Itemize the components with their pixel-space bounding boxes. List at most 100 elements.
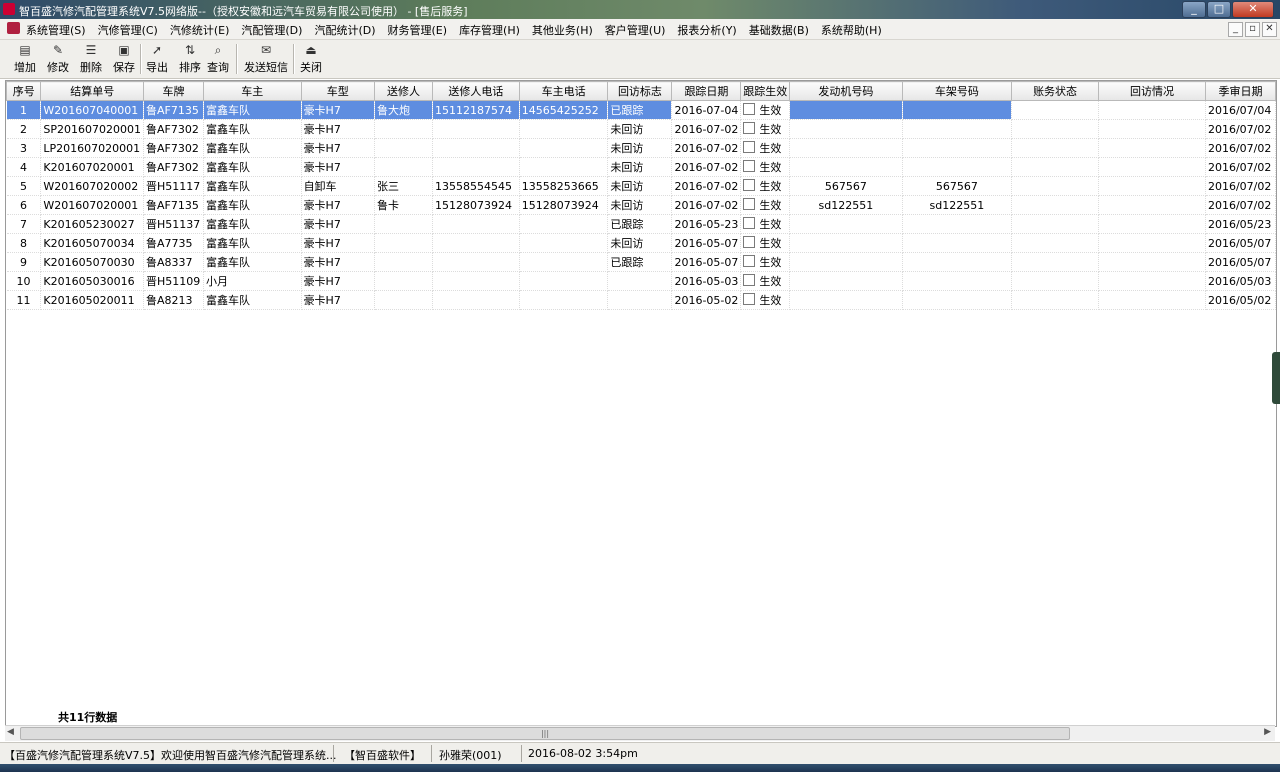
export-button[interactable]: ➚ 导出 — [144, 43, 170, 75]
table-cell[interactable] — [432, 214, 520, 234]
table-cell[interactable] — [519, 119, 609, 139]
table-cell[interactable] — [1098, 157, 1206, 177]
table-cell[interactable]: 生效 — [740, 100, 791, 120]
tracking-checkbox[interactable] — [743, 293, 756, 305]
table-cell[interactable]: W201607020002 — [40, 176, 145, 196]
menu-item[interactable]: 系统帮助(H) — [821, 24, 882, 37]
table-cell[interactable] — [902, 271, 1013, 291]
table-cell[interactable]: 567567 — [902, 176, 1013, 196]
table-cell[interactable]: K201607020001 — [40, 157, 145, 177]
table-cell[interactable]: 豪卡H7 — [301, 290, 376, 310]
table-cell[interactable]: 鲁AF7302 — [143, 138, 204, 158]
table-cell[interactable]: 8 — [6, 233, 42, 253]
table-cell[interactable] — [374, 290, 434, 310]
table-cell[interactable]: 生效 — [740, 252, 791, 272]
column-header[interactable]: 发动机号码 — [789, 81, 903, 101]
table-cell[interactable]: 6 — [6, 195, 42, 215]
table-cell[interactable]: 14565425252 — [519, 100, 609, 120]
column-header[interactable]: 回访标志 — [607, 81, 673, 101]
table-cell[interactable]: SP201607020001 — [40, 119, 145, 139]
table-cell[interactable] — [519, 214, 609, 234]
column-header[interactable]: 账务状态 — [1011, 81, 1100, 101]
table-cell[interactable]: 7 — [6, 214, 42, 234]
table-cell[interactable]: 富鑫车队 — [203, 176, 302, 196]
table-cell[interactable]: 2016/05/23 — [1205, 214, 1276, 234]
column-header[interactable]: 车主 — [202, 81, 302, 101]
table-cell[interactable]: 未回访 — [607, 176, 673, 196]
table-cell[interactable]: W201607040001 — [40, 100, 145, 120]
table-cell[interactable]: 2016/07/02 — [1205, 195, 1276, 215]
side-handle[interactable] — [1272, 352, 1280, 404]
maximize-icon[interactable]: □ — [1207, 1, 1231, 18]
table-cell[interactable] — [789, 138, 903, 158]
table-cell[interactable]: K201605030016 — [40, 271, 145, 291]
table-cell[interactable] — [1098, 214, 1206, 234]
table-cell[interactable]: 生效 — [740, 271, 791, 291]
table-cell[interactable] — [1098, 195, 1206, 215]
table-cell[interactable]: 4 — [6, 157, 42, 177]
menu-item[interactable]: 汽配统计(D) — [314, 24, 375, 37]
table-cell[interactable]: K201605020011 — [40, 290, 145, 310]
table-cell[interactable] — [519, 233, 609, 253]
table-cell[interactable] — [789, 271, 903, 291]
table-cell[interactable]: 567567 — [789, 176, 903, 196]
table-cell[interactable] — [1098, 290, 1206, 310]
table-row[interactable]: 6 W201607020001 鲁AF7135 富鑫车队 豪卡H7 鲁卡 151280739… — [6, 195, 1276, 215]
tracking-checkbox[interactable] — [743, 274, 756, 286]
table-row[interactable]: 3 LP201607020001 鲁AF7302 富鑫车队 豪卡H7 未回访 2016-07… — [6, 138, 1276, 158]
table-cell[interactable]: 鲁大炮 — [374, 100, 434, 120]
table-cell[interactable]: 未回访 — [607, 195, 673, 215]
table-cell[interactable] — [519, 271, 609, 291]
table-cell[interactable] — [789, 119, 903, 139]
table-cell[interactable]: 2016/05/07 — [1205, 252, 1276, 272]
table-cell[interactable] — [1098, 271, 1206, 291]
table-cell[interactable]: 鲁A7735 — [143, 233, 204, 253]
table-cell[interactable] — [902, 233, 1013, 253]
table-row[interactable]: 8 K201605070034 鲁A7735 富鑫车队 豪卡H7 未回访 2016-05-0… — [6, 233, 1276, 253]
table-cell[interactable]: 晋H51109 — [143, 271, 204, 291]
table-cell[interactable]: 9 — [6, 252, 42, 272]
tracking-checkbox[interactable] — [743, 122, 756, 134]
table-row[interactable]: 11 K201605020011 鲁A8213 富鑫车队 豪卡H7 2016-05-02 生… — [6, 290, 1276, 310]
column-header[interactable]: 车架号码 — [901, 81, 1013, 101]
table-cell[interactable]: 豪卡H7 — [301, 195, 376, 215]
table-cell[interactable]: 2016/07/02 — [1205, 176, 1276, 196]
table-cell[interactable] — [1011, 233, 1100, 253]
table-cell[interactable] — [1011, 214, 1100, 234]
table-cell[interactable]: 豪卡H7 — [301, 271, 376, 291]
tracking-checkbox[interactable] — [743, 217, 756, 229]
table-cell[interactable]: 豪卡H7 — [301, 157, 376, 177]
table-cell[interactable]: 小月 — [203, 271, 302, 291]
table-cell[interactable]: 生效 — [740, 119, 791, 139]
table-cell[interactable]: 2016/07/04 — [1205, 100, 1276, 120]
table-cell[interactable]: 豪卡H7 — [301, 119, 376, 139]
table-cell[interactable]: 豪卡H7 — [301, 214, 376, 234]
table-cell[interactable]: 15128073924 — [432, 195, 520, 215]
table-row[interactable]: 10 K201605030016 晋H51109 小月 豪卡H7 2016-05-03 生效… — [6, 271, 1276, 291]
table-cell[interactable] — [789, 290, 903, 310]
table-cell[interactable] — [902, 138, 1013, 158]
table-cell[interactable] — [374, 214, 434, 234]
table-cell[interactable]: 富鑫车队 — [203, 290, 302, 310]
table-cell[interactable] — [789, 252, 903, 272]
table-cell[interactable]: 2016/05/07 — [1205, 233, 1276, 253]
column-header[interactable]: 送修人电话 — [432, 81, 520, 101]
table-cell[interactable] — [902, 157, 1013, 177]
menu-item[interactable]: 汽修管理(C) — [98, 24, 158, 37]
table-cell[interactable]: 2016-07-02 — [671, 176, 742, 196]
table-cell[interactable]: 15128073924 — [519, 195, 609, 215]
table-row[interactable]: 5 W201607020002 晋H51117 富鑫车队 自卸车 张三 1355855454… — [6, 176, 1276, 196]
table-cell[interactable]: 2016/05/02 — [1205, 290, 1276, 310]
menu-item[interactable]: 汽修统计(E) — [170, 24, 230, 37]
table-cell[interactable]: 豪卡H7 — [301, 252, 376, 272]
column-header[interactable]: 送修人 — [374, 81, 434, 101]
table-cell[interactable] — [519, 138, 609, 158]
table-cell[interactable]: K201605070034 — [40, 233, 145, 253]
table-row[interactable]: 1 W201607040001 鲁AF7135 富鑫车队 豪卡H7 鲁大炮 15112187… — [6, 100, 1276, 120]
table-cell[interactable]: W201607020001 — [40, 195, 145, 215]
table-cell[interactable]: 2016-07-02 — [671, 119, 742, 139]
table-cell[interactable]: 2016-07-02 — [671, 138, 742, 158]
edit-button[interactable]: ✎ 修改 — [45, 43, 71, 75]
column-header[interactable]: 回访情况 — [1098, 81, 1206, 101]
query-button[interactable]: ⌕ 查询 — [205, 43, 231, 75]
